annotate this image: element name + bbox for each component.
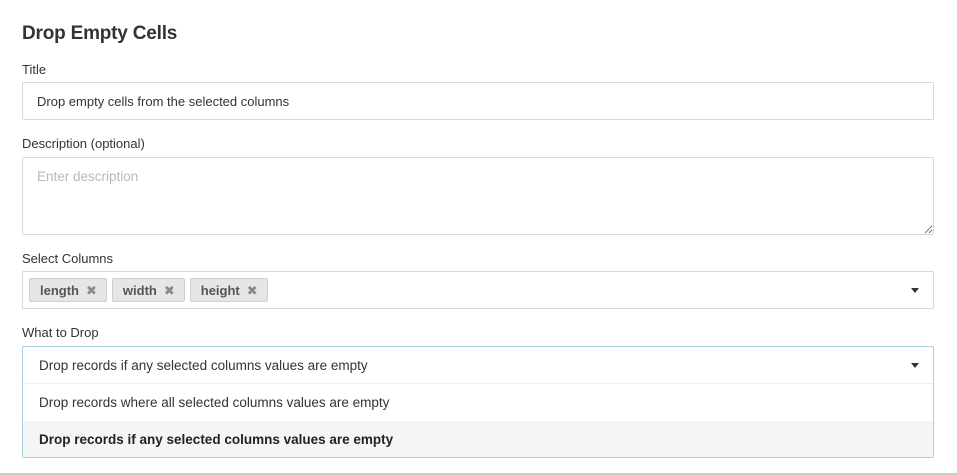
remove-chip-icon[interactable]: ✖ [164, 284, 175, 297]
column-chip-width: width ✖ [111, 278, 185, 302]
select-columns-label: Select Columns [22, 251, 114, 266]
chip-label: length [40, 282, 79, 298]
select-current-value[interactable]: Drop records if any selected columns val… [23, 347, 933, 384]
select-option-any-empty[interactable]: Drop records if any selected columns val… [23, 421, 933, 457]
what-to-drop-label: What to Drop [22, 325, 99, 340]
columns-multiselect[interactable]: length ✖ width ✖ height ✖ [22, 271, 934, 309]
page-title: Drop Empty Cells [22, 23, 178, 44]
select-option-all-empty[interactable]: Drop records where all selected columns … [23, 384, 933, 421]
description-textarea[interactable] [22, 157, 934, 235]
title-input[interactable] [22, 82, 934, 120]
chevron-down-icon[interactable] [911, 363, 919, 368]
column-chip-length: length ✖ [29, 278, 107, 302]
chip-label: width [122, 282, 157, 298]
what-to-drop-select[interactable]: Drop records if any selected columns val… [22, 346, 934, 458]
remove-chip-icon[interactable]: ✖ [247, 284, 258, 297]
remove-chip-icon[interactable]: ✖ [86, 284, 97, 297]
drop-empty-cells-form: Drop Empty Cells Title Description (opti… [0, 0, 957, 475]
selected-value-text: Drop records if any selected columns val… [39, 357, 368, 373]
chip-label: height [200, 282, 240, 298]
column-chip-height: height ✖ [189, 278, 268, 302]
description-label: Description (optional) [22, 136, 145, 151]
title-label: Title [22, 62, 47, 77]
chevron-down-icon[interactable] [911, 288, 919, 293]
